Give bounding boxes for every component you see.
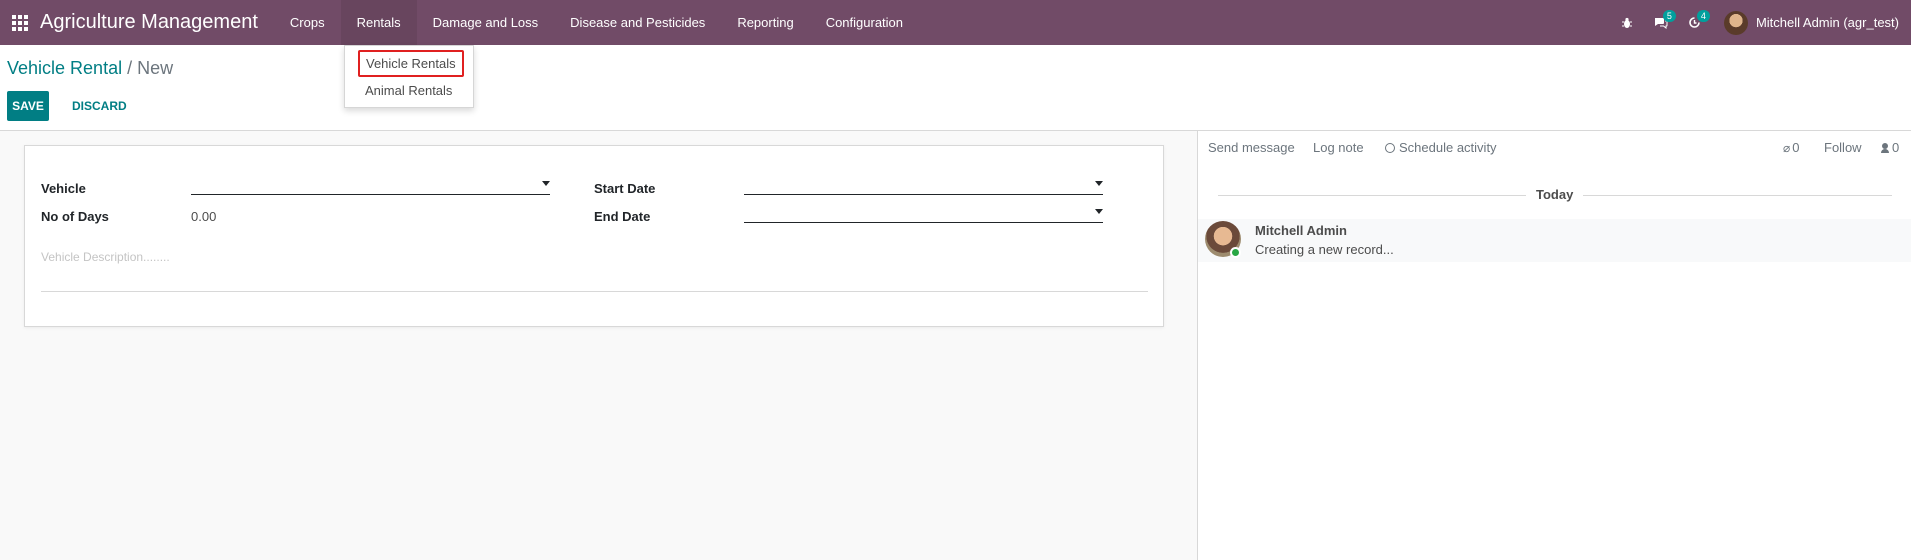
start-date-input[interactable] bbox=[744, 173, 1103, 195]
menu-crops[interactable]: Crops bbox=[274, 0, 341, 45]
clock-icon bbox=[1385, 143, 1395, 153]
user-avatar bbox=[1723, 10, 1748, 35]
end-date-label: End Date bbox=[594, 209, 651, 224]
top-navbar: Agriculture Management Crops Rentals Dam… bbox=[0, 0, 1911, 45]
schedule-activity-label: Schedule activity bbox=[1399, 140, 1497, 155]
date-separator-label: Today bbox=[1536, 187, 1574, 202]
message-body: Creating a new record... bbox=[1255, 242, 1394, 257]
attachments-count: 0 bbox=[1792, 140, 1800, 155]
message-author[interactable]: Mitchell Admin bbox=[1255, 223, 1347, 238]
follow-button[interactable]: Follow bbox=[1824, 140, 1862, 155]
caret-down-icon bbox=[1095, 181, 1103, 186]
separator-line bbox=[1218, 195, 1526, 196]
menu-damage-and-loss[interactable]: Damage and Loss bbox=[417, 0, 555, 45]
chatter-topbar: Send message Log note Schedule activity … bbox=[1198, 131, 1911, 161]
log-note-button[interactable]: Log note bbox=[1313, 140, 1364, 155]
followers-count: 0 bbox=[1892, 140, 1900, 155]
user-icon bbox=[1881, 143, 1889, 153]
breadcrumb-current: New bbox=[137, 58, 174, 78]
schedule-activity-button[interactable]: Schedule activity bbox=[1385, 140, 1497, 155]
breadcrumb-separator: / bbox=[127, 58, 133, 78]
discard-button[interactable]: DISCARD bbox=[62, 91, 137, 121]
paperclip-icon: ⌀ bbox=[1783, 141, 1791, 155]
no-of-days-label: No of Days bbox=[41, 209, 109, 224]
user-menu[interactable]: Mitchell Admin (agr_test) bbox=[1712, 10, 1899, 35]
separator-line bbox=[1583, 195, 1892, 196]
rentals-dropdown-menu: Vehicle Rentals Animal Rentals bbox=[344, 45, 474, 108]
menu-disease-and-pesticides[interactable]: Disease and Pesticides bbox=[554, 0, 721, 45]
end-date-input[interactable] bbox=[744, 201, 1103, 223]
caret-down-icon bbox=[1095, 209, 1103, 214]
form-view: Vehicle No of Days 0.00 Start Date End D… bbox=[0, 130, 1197, 560]
chatter-panel: Send message Log note Schedule activity … bbox=[1197, 130, 1911, 560]
description-underline bbox=[41, 291, 1148, 292]
activities-clock-icon[interactable]: 4 bbox=[1678, 0, 1712, 45]
attachments-button[interactable]: ⌀ 0 bbox=[1783, 140, 1799, 155]
app-brand[interactable]: Agriculture Management bbox=[40, 11, 258, 34]
online-status-icon bbox=[1230, 247, 1241, 258]
breadcrumb-vehicle-rental[interactable]: Vehicle Rental bbox=[7, 58, 122, 78]
followers-button[interactable]: 0 bbox=[1881, 140, 1899, 155]
start-date-label: Start Date bbox=[594, 181, 656, 196]
user-name: Mitchell Admin (agr_test) bbox=[1755, 15, 1899, 30]
dropdown-item-animal-rentals[interactable]: Animal Rentals bbox=[365, 83, 452, 98]
activities-badge: 4 bbox=[1696, 10, 1710, 22]
messages-badge: 5 bbox=[1662, 10, 1676, 22]
debug-bug-icon[interactable] bbox=[1610, 0, 1644, 45]
menu-rentals[interactable]: Rentals bbox=[340, 0, 417, 45]
send-message-button[interactable]: Send message bbox=[1208, 140, 1295, 155]
messages-icon[interactable]: 5 bbox=[1644, 0, 1678, 45]
form-sheet: Vehicle No of Days 0.00 Start Date End D… bbox=[24, 145, 1164, 327]
dropdown-item-vehicle-rentals[interactable]: Vehicle Rentals bbox=[358, 50, 464, 77]
save-button[interactable]: SAVE bbox=[7, 91, 49, 121]
apps-menu-icon[interactable] bbox=[0, 0, 40, 45]
chatter-message: Mitchell Admin Creating a new record... bbox=[1198, 219, 1911, 262]
date-separator: Today bbox=[1198, 187, 1911, 203]
vehicle-label: Vehicle bbox=[41, 181, 86, 196]
no-of-days-input[interactable]: 0.00 bbox=[191, 209, 216, 224]
menu-reporting[interactable]: Reporting bbox=[721, 0, 809, 45]
menu-configuration[interactable]: Configuration bbox=[810, 0, 919, 45]
vehicle-description-field[interactable]: Vehicle Description........ bbox=[41, 250, 170, 264]
breadcrumb: Vehicle Rental / New bbox=[7, 58, 173, 79]
vehicle-select[interactable] bbox=[191, 173, 550, 195]
caret-down-icon bbox=[542, 181, 550, 186]
